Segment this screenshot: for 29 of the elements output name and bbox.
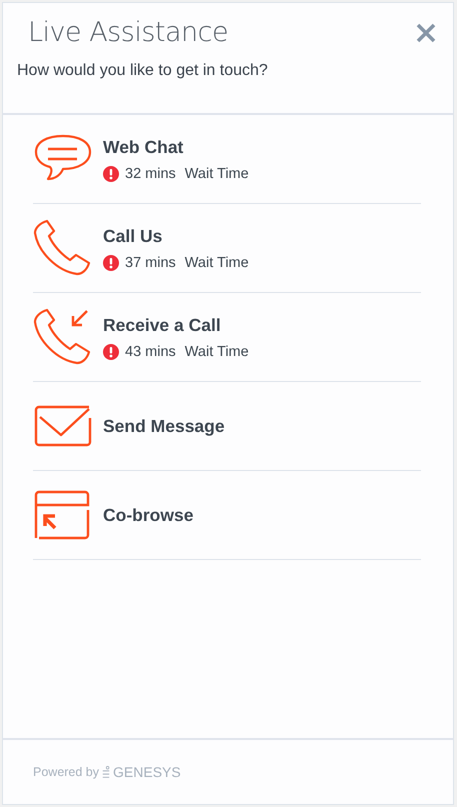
wait-time: 37 mins [125,254,176,270]
option-item[interactable]: Send Message [33,382,421,471]
option-label: Web Chat [103,136,184,158]
close-icon[interactable] [416,22,436,42]
phone-icon [33,219,93,277]
brand-name: GENESYS [113,764,181,780]
envelope-icon [33,405,93,447]
browser-window-icon [33,490,91,540]
option-label: Receive a Call [103,314,222,336]
wait-label: Wait Time [184,166,249,182]
option-label: Send Message [103,416,225,436]
window-title: Live Assistance [27,17,228,48]
option-item[interactable]: Web Chat 32 mins Wait Time [33,115,421,204]
powered-by-text: Powered by [33,765,100,779]
option-label: Co-browse [103,504,194,526]
option-item[interactable]: Receive a Call 43 mins Wait Time [33,293,421,382]
alert-icon [103,166,119,182]
alert-icon [103,254,119,270]
wait-label: Wait Time [184,254,249,270]
option-item[interactable]: Co-browse [33,471,421,560]
phone-arrow-icon [33,308,93,366]
logo-icon [102,766,110,778]
wait-label: Wait Time [184,344,249,360]
subtitle: How would you like to get in touch? [17,62,269,80]
option-label: Call Us [103,226,164,246]
alert-icon [103,344,119,360]
option-item[interactable]: Call Us 37 mins Wait Time [33,204,421,293]
wait-time: 32 mins [125,166,176,182]
wait-time: 43 mins [125,344,176,360]
